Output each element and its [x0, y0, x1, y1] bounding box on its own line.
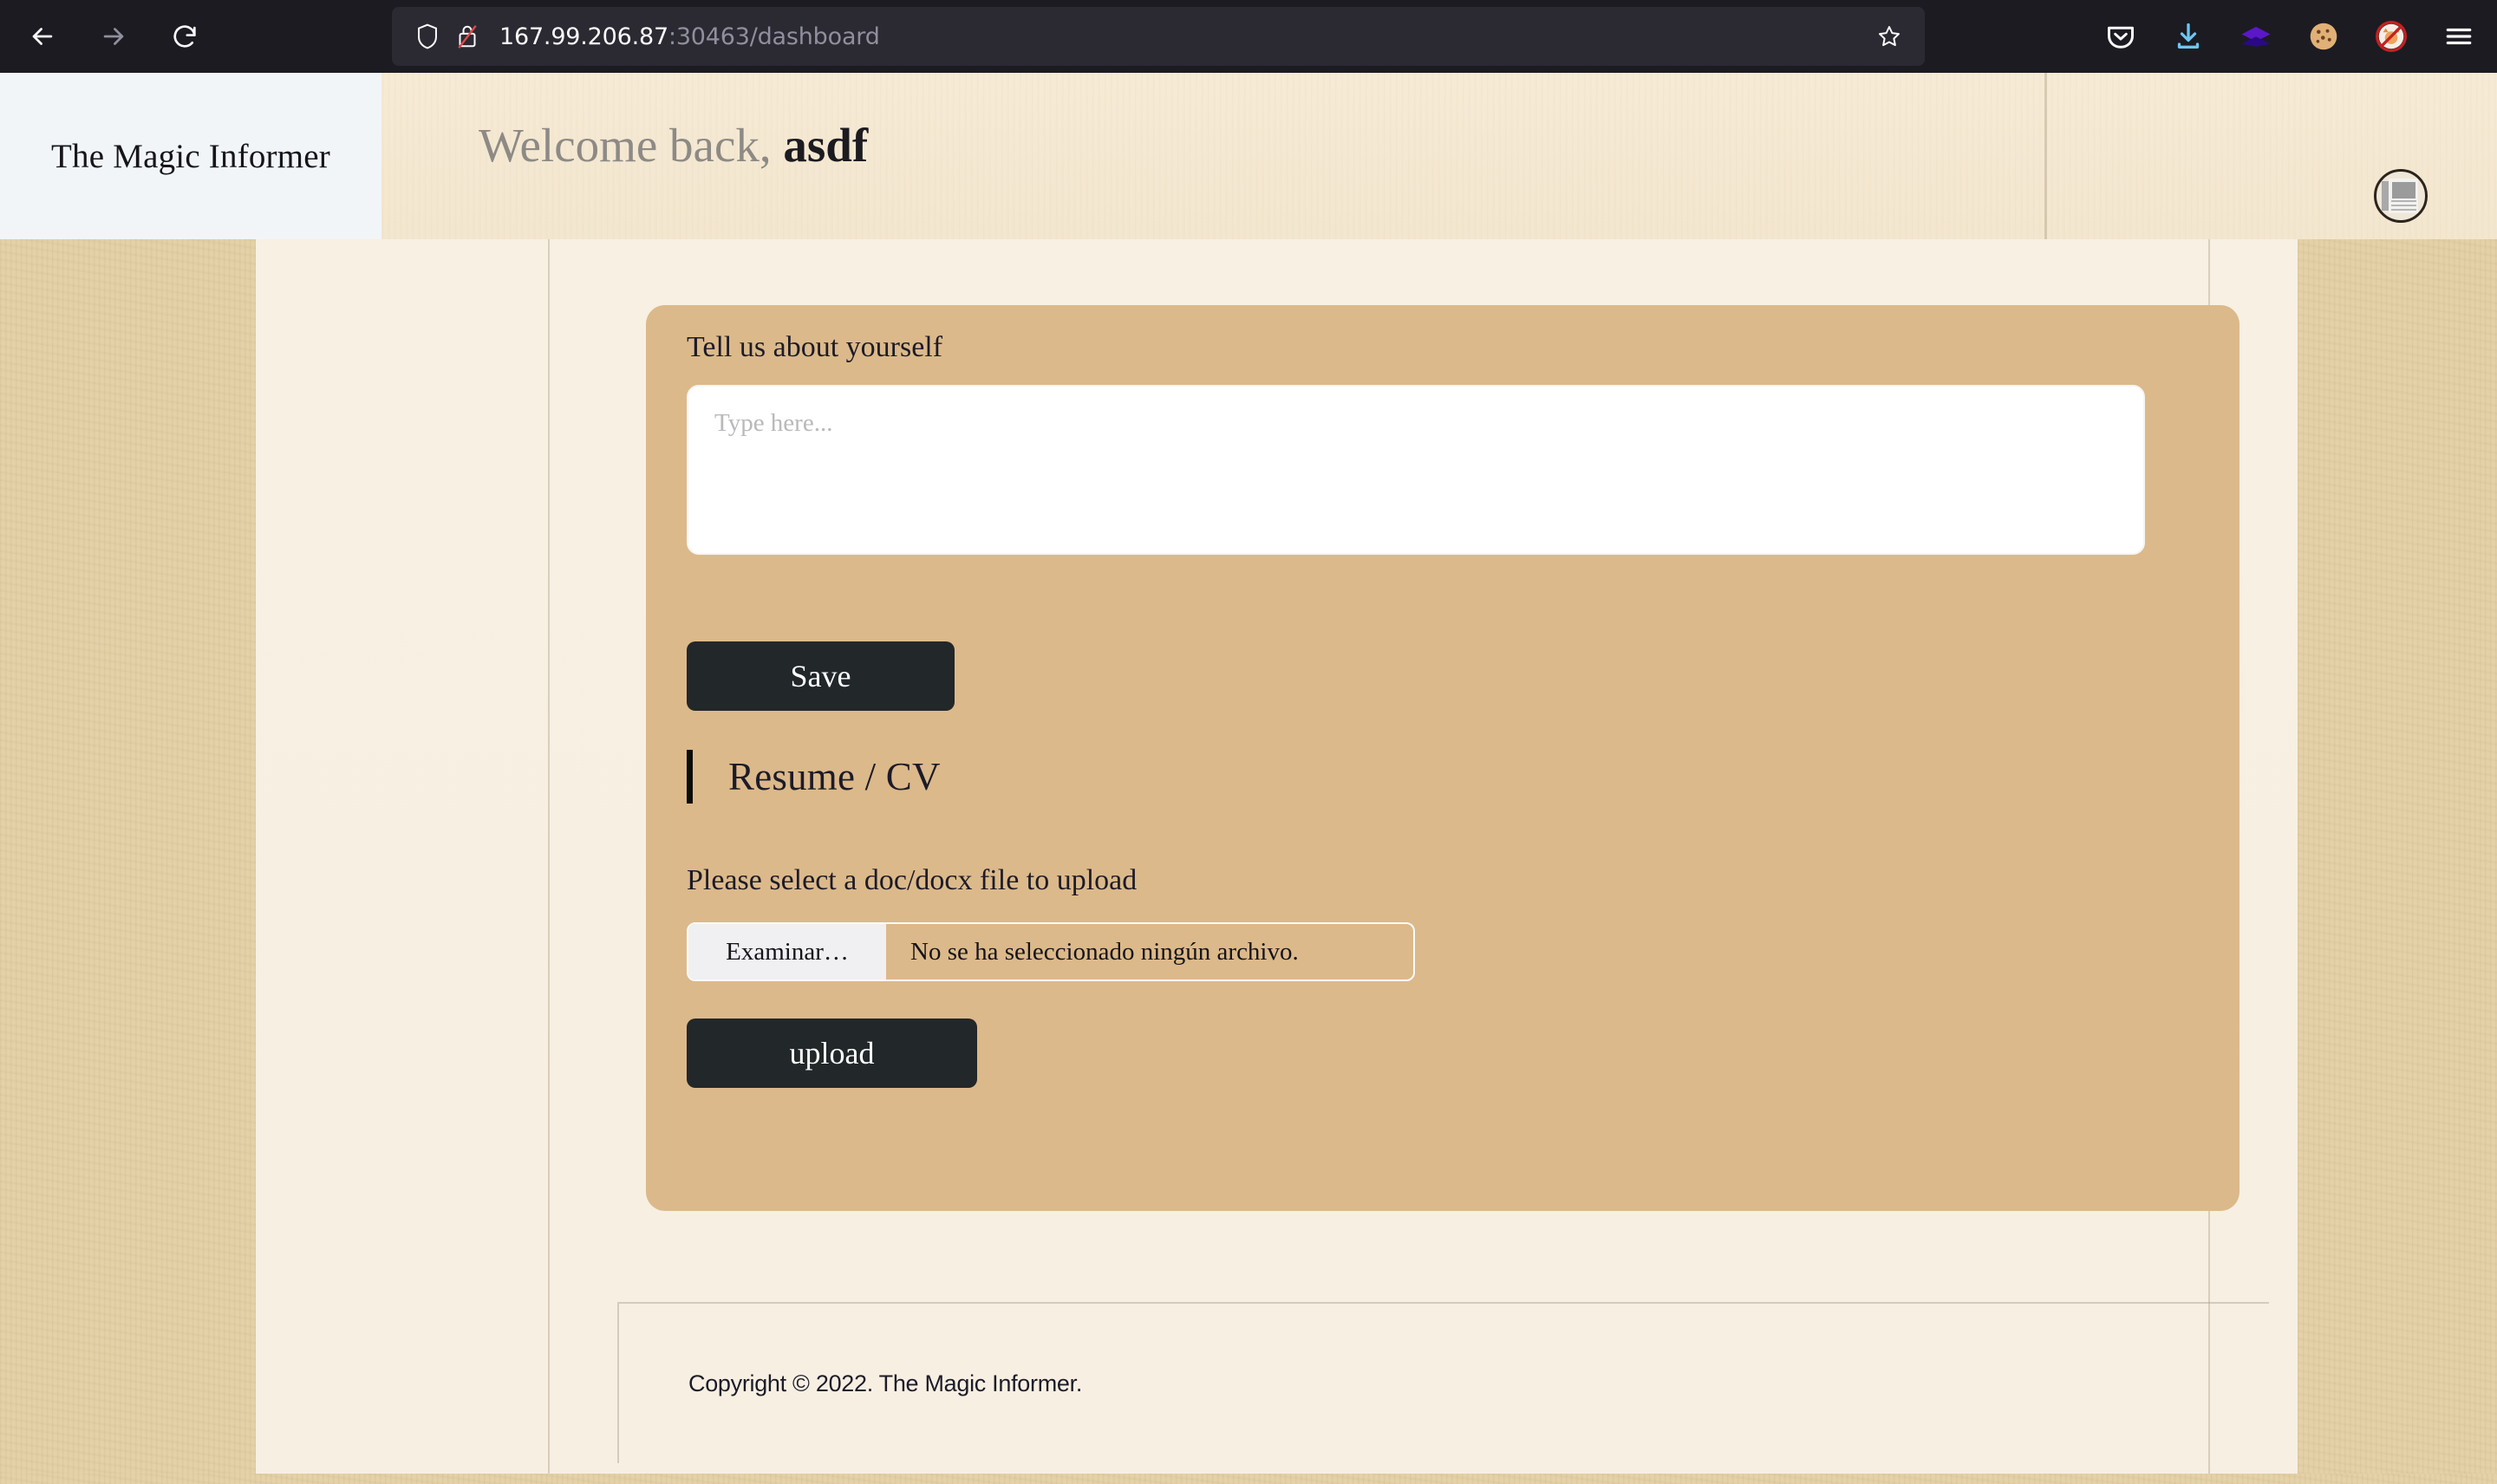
layers-icon[interactable] [2233, 14, 2279, 59]
insecure-lock-icon[interactable] [447, 16, 487, 56]
save-button[interactable]: Save [687, 641, 955, 711]
browser-extensions [2098, 0, 2481, 73]
welcome-username: asdf [783, 119, 869, 172]
resume-section-title: Resume / CV [728, 755, 941, 798]
reload-button[interactable] [158, 10, 212, 63]
block-fox-icon[interactable] [2369, 14, 2414, 59]
section-accent-bar [687, 750, 693, 804]
file-selection-status: No se ha seleccionado ningún archivo. [910, 937, 1299, 966]
upload-button[interactable]: upload [687, 1019, 977, 1088]
paper-edge-left [0, 239, 256, 1474]
cookie-icon[interactable] [2301, 14, 2346, 59]
file-input[interactable]: Examinar… No se ha seleccionado ningún a… [687, 922, 1415, 981]
brand-panel[interactable]: The Magic Informer [0, 73, 381, 239]
site-footer: Copyright © 2022. The Magic Informer. [617, 1302, 2269, 1463]
header-fold-line [2044, 73, 2047, 239]
paper-edge-right [2298, 239, 2497, 1474]
welcome-prefix: Welcome back, [479, 119, 772, 172]
navigation-buttons [16, 10, 212, 63]
site-header: The Magic Informer Welcome back, asdf [0, 73, 2497, 239]
about-label: Tell us about yourself [687, 331, 943, 363]
paper-fold-left [548, 239, 550, 1474]
browser-toolbar: 167.99.206.87:30463/dashboard [0, 0, 2497, 73]
forward-button[interactable] [87, 10, 140, 63]
downloads-icon[interactable] [2166, 14, 2211, 59]
address-bar[interactable]: 167.99.206.87:30463/dashboard [392, 7, 1925, 66]
upload-instruction: Please select a doc/docx file to upload [687, 864, 1138, 896]
resume-section-header: Resume / CV [687, 750, 941, 804]
shield-icon[interactable] [407, 16, 447, 56]
file-browse-button[interactable]: Examinar… [688, 924, 886, 980]
copyright-text: Copyright © 2022. The Magic Informer. [688, 1370, 1083, 1396]
newspaper-icon [2382, 178, 2420, 214]
profile-card: Tell us about yourself Save Resume / CV … [646, 305, 2239, 1211]
paper-edge-bottom [0, 1474, 2497, 1484]
site-brand-title: The Magic Informer [51, 137, 330, 175]
hamburger-menu-icon[interactable] [2436, 14, 2481, 59]
page-viewport: The Magic Informer Welcome back, asdf Te… [0, 73, 2497, 1484]
url-host: 167.99.206.87 [499, 23, 668, 50]
welcome-message: Welcome back, asdf [479, 118, 868, 172]
avatar[interactable] [2374, 169, 2428, 223]
about-textarea[interactable] [687, 385, 2145, 555]
url-path: :30463/dashboard [668, 23, 880, 50]
bookmark-star-icon[interactable] [1869, 16, 1909, 56]
url-text[interactable]: 167.99.206.87:30463/dashboard [499, 23, 880, 50]
back-button[interactable] [16, 10, 69, 63]
pocket-icon[interactable] [2098, 14, 2143, 59]
